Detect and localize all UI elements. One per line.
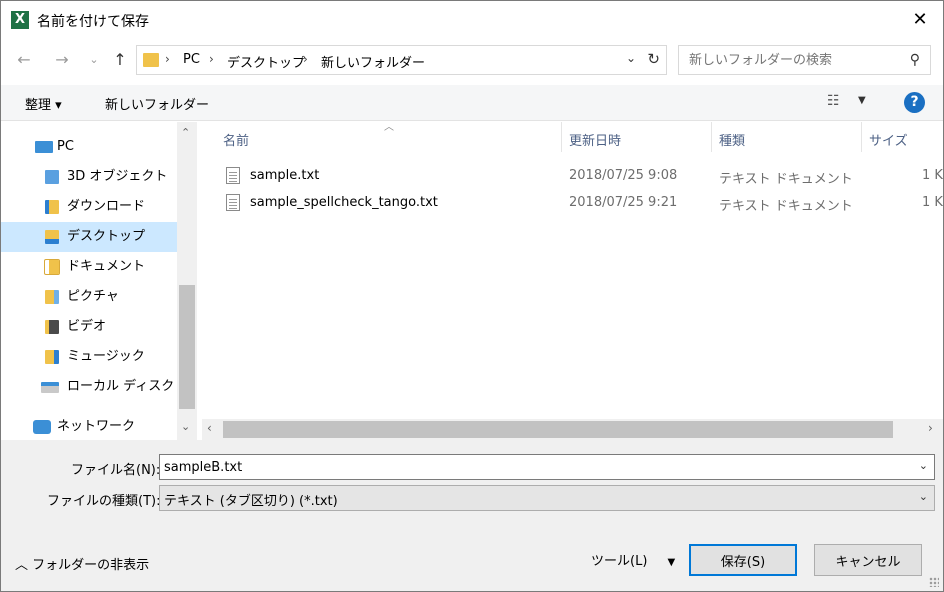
text-file-icon — [226, 167, 240, 184]
file-date: 2018/07/25 9:21 — [569, 195, 678, 210]
file-size: 1 K — [922, 195, 943, 210]
back-button[interactable]: ← — [11, 45, 37, 75]
cancel-button[interactable]: キャンセル — [814, 544, 922, 576]
documents-folder-icon — [44, 259, 60, 275]
filetype-value: テキスト (タブ区切り) (*.txt) — [164, 494, 338, 509]
sort-ascending-icon: ︿ — [384, 122, 394, 133]
file-type: テキスト ドキュメント — [719, 172, 853, 187]
forward-button[interactable]: → — [49, 45, 75, 75]
up-button[interactable]: ↑ — [107, 45, 133, 75]
hide-folders-toggle[interactable]: ︿ フォルダーの非表示 — [15, 554, 149, 573]
chevron-down-icon[interactable]: ⌄ — [626, 51, 636, 65]
refresh-icon[interactable]: ↻ — [647, 50, 660, 68]
command-bar: 整理 ▾ 新しいフォルダー ☷ ▼ ? — [1, 85, 943, 121]
file-row[interactable]: sample.txt 2018/07/25 9:08 テキスト ドキュメント 1… — [202, 163, 943, 189]
column-header-type[interactable]: 種類 — [719, 130, 745, 149]
column-header-date[interactable]: 更新日時 — [569, 130, 621, 149]
file-name: sample.txt — [250, 168, 320, 183]
column-header-name[interactable]: 名前 — [223, 130, 249, 149]
nav-item-music[interactable]: ミュージック — [1, 342, 177, 372]
new-folder-button[interactable]: 新しいフォルダー — [105, 94, 209, 113]
nav-item-network[interactable]: ネットワーク — [1, 412, 177, 442]
save-as-dialog: X 名前を付けて保存 ✕ ← → ⌄ ↑ › PC › デスクトップ › 新しい… — [0, 0, 944, 592]
drive-icon — [41, 382, 59, 393]
filename-combobox[interactable]: ⌄ — [159, 454, 935, 480]
scroll-thumb[interactable] — [179, 285, 195, 409]
excel-icon: X — [11, 11, 29, 29]
chevron-up-icon[interactable]: ⌃ — [181, 126, 190, 139]
nav-item-desktop[interactable]: デスクトップ — [1, 222, 177, 252]
file-size: 1 K — [922, 168, 943, 183]
address-bar[interactable]: › PC › デスクトップ › 新しいフォルダー ⌄ ↻ — [136, 45, 667, 75]
file-name: sample_spellcheck_tango.txt — [250, 195, 438, 210]
caret-down-icon: ▼ — [667, 557, 676, 568]
column-divider[interactable] — [861, 122, 862, 152]
nav-item-videos[interactable]: ビデオ — [1, 312, 177, 342]
filetype-select[interactable]: テキスト (タブ区切り) (*.txt) ⌄ — [159, 485, 935, 511]
save-form: ファイル名(N): ⌄ ファイルの種類(T): テキスト (タブ区切り) (*.… — [1, 440, 943, 591]
breadcrumb-pc[interactable]: PC — [183, 52, 200, 67]
view-options-icon[interactable]: ☷ — [827, 93, 840, 109]
column-divider[interactable] — [711, 122, 712, 152]
column-header-size[interactable]: サイズ — [869, 130, 908, 149]
recent-locations-button[interactable]: ⌄ — [81, 45, 107, 75]
search-icon[interactable]: ⚲ — [910, 52, 920, 68]
nav-item-pictures[interactable]: ピクチャ — [1, 282, 177, 312]
music-folder-icon — [45, 350, 59, 364]
search-box[interactable]: ⚲ — [678, 45, 931, 75]
network-icon — [33, 420, 51, 434]
file-list-hscrollbar[interactable]: ‹ › — [202, 419, 943, 440]
save-button[interactable]: 保存(S) — [689, 544, 797, 576]
close-button[interactable]: ✕ — [897, 1, 943, 39]
file-type: テキスト ドキュメント — [719, 199, 853, 214]
chevron-down-icon[interactable]: ⌄ — [919, 459, 928, 472]
computer-icon — [35, 141, 53, 153]
cube-icon — [45, 170, 59, 184]
download-folder-icon — [45, 200, 59, 214]
title-bar: X 名前を付けて保存 ✕ — [1, 1, 943, 39]
breadcrumb-new-folder[interactable]: 新しいフォルダー — [321, 52, 425, 71]
chevron-right-icon: › — [303, 52, 308, 66]
desktop-folder-icon — [45, 230, 59, 244]
help-icon[interactable]: ? — [904, 92, 925, 113]
filename-label: ファイル名(N): — [71, 463, 161, 478]
nav-item-documents[interactable]: ドキュメント — [1, 252, 177, 282]
organize-button[interactable]: 整理 ▾ — [25, 94, 62, 113]
text-file-icon — [226, 194, 240, 211]
navigation-pane: PC 3D オブジェクト ダウンロード デスクトップ ドキュメント ピクチャ ビ… — [1, 122, 197, 440]
pictures-folder-icon — [45, 290, 59, 304]
filetype-label: ファイルの種類(T): — [47, 494, 161, 509]
file-row[interactable]: sample_spellcheck_tango.txt 2018/07/25 9… — [202, 190, 943, 216]
tools-button[interactable]: ツール(L) ▼ — [591, 550, 675, 569]
nav-item-3d-objects[interactable]: 3D オブジェクト — [1, 162, 177, 192]
file-list: ︿ 名前 更新日時 種類 サイズ sample.txt 2018/07/25 9… — [202, 122, 943, 440]
nav-item-local-disk[interactable]: ローカル ディスク (C — [1, 372, 177, 402]
scroll-thumb[interactable] — [223, 421, 893, 438]
chevron-down-icon[interactable]: ⌄ — [919, 490, 928, 503]
file-date: 2018/07/25 9:08 — [569, 168, 678, 183]
column-divider[interactable] — [561, 122, 562, 152]
nav-item-pc[interactable]: PC — [1, 132, 177, 162]
hide-folders-label: フォルダーの非表示 — [32, 558, 150, 573]
chevron-right-icon: › — [209, 52, 214, 66]
chevron-down-icon[interactable]: ⌄ — [181, 420, 190, 433]
chevron-right-icon[interactable]: › — [928, 421, 933, 435]
window-title: 名前を付けて保存 — [37, 14, 149, 30]
resize-grip[interactable] — [929, 577, 939, 587]
nav-item-downloads[interactable]: ダウンロード — [1, 192, 177, 222]
folder-icon — [143, 53, 159, 67]
filename-input[interactable] — [160, 455, 900, 479]
tools-label: ツール(L) — [591, 554, 648, 569]
chevron-right-icon: › — [165, 52, 170, 66]
chevron-up-icon: ︿ — [15, 558, 29, 573]
chevron-left-icon[interactable]: ‹ — [207, 421, 212, 435]
breadcrumb-desktop[interactable]: デスクトップ — [227, 52, 305, 71]
search-input[interactable] — [679, 46, 879, 74]
nav-scrollbar[interactable]: ⌃ ⌄ — [177, 122, 197, 440]
videos-folder-icon — [45, 320, 59, 334]
caret-down-icon[interactable]: ▼ — [858, 95, 866, 106]
